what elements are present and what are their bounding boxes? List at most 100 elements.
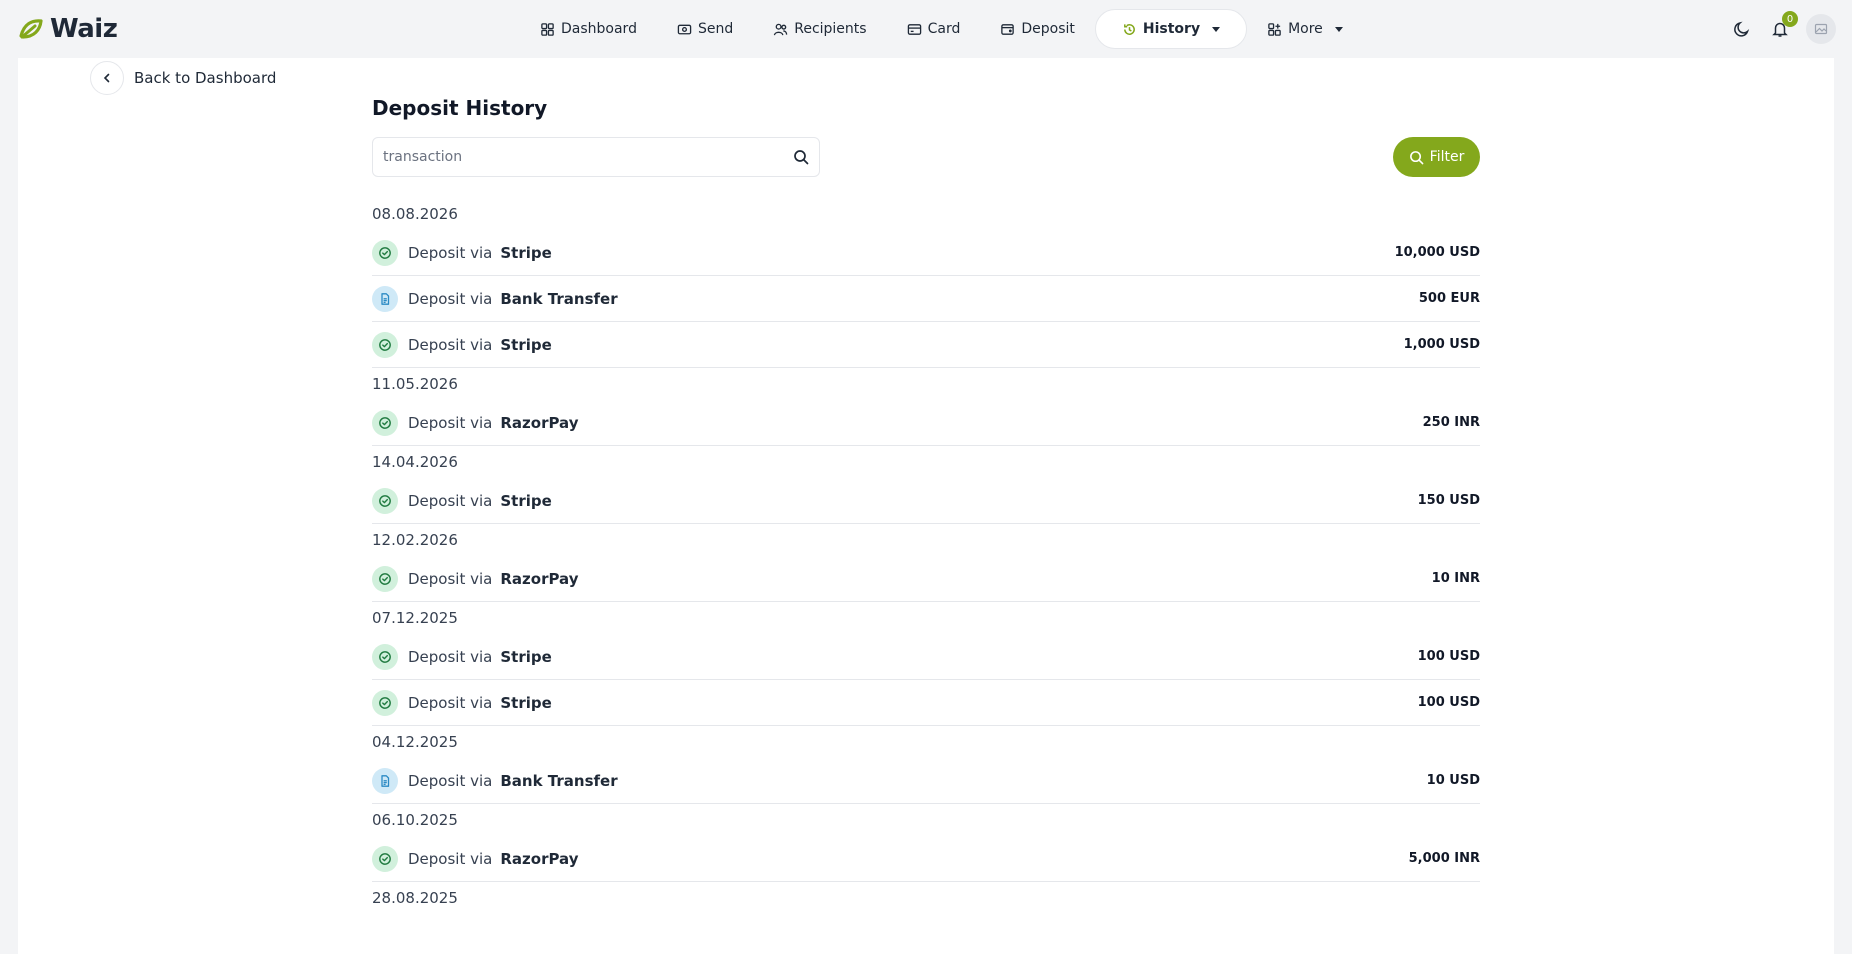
- transaction-row[interactable]: Deposit via Stripe 1,000 USD: [372, 322, 1480, 368]
- nav-label-send: Send: [697, 21, 734, 37]
- nav-label-card: Card: [927, 21, 961, 37]
- nav-label-history: History: [1142, 21, 1201, 37]
- card-icon: [907, 23, 921, 35]
- main-nav: Dashboard Send Recipients Card Deposit H…: [520, 8, 1363, 50]
- check-circle-icon: [372, 689, 398, 716]
- nav-item-recipients[interactable]: Recipients: [753, 9, 886, 49]
- date-header: 11.05.2026: [372, 375, 458, 393]
- transaction-amount: 1,000 USD: [1403, 337, 1480, 352]
- image-placeholder-icon: [1814, 23, 1828, 35]
- grid-icon: [541, 22, 554, 36]
- transaction-prefix: Deposit via: [408, 243, 493, 262]
- transaction-method: Stripe: [500, 243, 552, 262]
- search-box: [372, 137, 820, 177]
- search-input[interactable]: [383, 149, 793, 165]
- nav-item-dashboard[interactable]: Dashboard: [520, 9, 657, 49]
- transaction-prefix: Deposit via: [408, 849, 493, 868]
- notifications-button[interactable]: 0: [1768, 11, 1798, 41]
- document-icon: [372, 285, 398, 312]
- back-button[interactable]: [90, 61, 124, 95]
- chevron-down-icon: [1334, 26, 1343, 32]
- transaction-row[interactable]: Deposit via Stripe 100 USD: [372, 634, 1480, 680]
- date-header: 06.10.2025: [372, 811, 458, 829]
- transaction-amount: 10 USD: [1426, 773, 1480, 788]
- check-circle-icon: [372, 239, 398, 266]
- check-circle-icon: [372, 643, 398, 670]
- main-panel: Back to Dashboard Deposit History Filter…: [18, 58, 1834, 954]
- transaction-method: Bank Transfer: [500, 771, 618, 790]
- notification-badge: 0: [1782, 11, 1798, 27]
- logo-icon: [19, 19, 43, 39]
- date-header: 12.02.2026: [372, 531, 458, 549]
- brand-logo[interactable]: Waiz: [18, 14, 118, 44]
- search-icon: [1409, 150, 1424, 164]
- transaction-amount: 10 INR: [1431, 571, 1480, 586]
- transaction-row[interactable]: Deposit via Bank Transfer 500 EUR: [372, 276, 1480, 322]
- transaction-prefix: Deposit via: [408, 413, 493, 432]
- page-title: Deposit History: [372, 96, 548, 120]
- nav-item-more[interactable]: More: [1247, 9, 1363, 49]
- wallet-icon: [1001, 23, 1015, 35]
- nav-label-more: More: [1288, 21, 1323, 37]
- filter-button[interactable]: Filter: [1393, 137, 1480, 177]
- transaction-row[interactable]: Deposit via RazorPay 5,000 INR: [372, 836, 1480, 882]
- transaction-row[interactable]: Deposit via Bank Transfer 10 USD: [372, 758, 1480, 804]
- transaction-method: RazorPay: [500, 569, 579, 588]
- transaction-row[interactable]: Deposit via RazorPay 250 INR: [372, 400, 1480, 446]
- transaction-amount: 500 EUR: [1418, 291, 1480, 306]
- transaction-amount: 100 USD: [1417, 695, 1480, 710]
- transaction-row[interactable]: Deposit via Stripe 150 USD: [372, 478, 1480, 524]
- transaction-method: RazorPay: [500, 849, 579, 868]
- transaction-method: Stripe: [500, 335, 552, 354]
- check-circle-icon: [372, 409, 398, 436]
- transaction-method: Stripe: [500, 693, 552, 712]
- theme-toggle-button[interactable]: [1730, 17, 1754, 41]
- date-header: 28.08.2025: [372, 889, 458, 907]
- deposit-history-list: 08.08.2026 Deposit via Stripe 10,000 USD Dep…: [372, 198, 1480, 914]
- transaction-prefix: Deposit via: [408, 569, 493, 588]
- date-header: 08.08.2026: [372, 205, 458, 223]
- transaction-amount: 100 USD: [1417, 649, 1480, 664]
- date-header: 04.12.2025: [372, 733, 458, 751]
- nav-item-card[interactable]: Card: [887, 9, 981, 49]
- transaction-prefix: Deposit via: [408, 491, 493, 510]
- moon-icon: [1734, 21, 1750, 37]
- history-icon: [1123, 23, 1135, 35]
- check-circle-icon: [372, 487, 398, 514]
- check-circle-icon: [372, 331, 398, 358]
- transaction-row[interactable]: Deposit via RazorPay 10 INR: [372, 556, 1480, 602]
- apps-icon: [1268, 22, 1281, 36]
- nav-label-recipients: Recipients: [794, 21, 867, 37]
- transaction-amount: 250 INR: [1422, 415, 1480, 430]
- nav-item-history[interactable]: History: [1094, 9, 1248, 49]
- date-header: 07.12.2025: [372, 609, 458, 627]
- transaction-method: RazorPay: [500, 413, 579, 432]
- transaction-method: Stripe: [500, 647, 552, 666]
- transaction-method: Bank Transfer: [500, 289, 618, 308]
- transaction-amount: 150 USD: [1417, 493, 1480, 508]
- back-to-dashboard-link[interactable]: Back to Dashboard: [90, 61, 276, 95]
- back-label: Back to Dashboard: [134, 69, 277, 87]
- transaction-prefix: Deposit via: [408, 289, 493, 308]
- nav-item-deposit[interactable]: Deposit: [980, 9, 1095, 49]
- filter-label: Filter: [1429, 149, 1465, 165]
- document-icon: [372, 767, 398, 794]
- chevron-down-icon: [1212, 26, 1221, 32]
- transaction-row[interactable]: Deposit via Stripe 10,000 USD: [372, 230, 1480, 276]
- transaction-method: Stripe: [500, 491, 552, 510]
- transaction-row[interactable]: Deposit via Stripe 100 USD: [372, 680, 1480, 726]
- date-header: 14.04.2026: [372, 453, 458, 471]
- search-icon[interactable]: [793, 149, 809, 165]
- transaction-prefix: Deposit via: [408, 335, 493, 354]
- nav-item-send[interactable]: Send: [657, 9, 753, 49]
- chevron-left-icon: [103, 73, 110, 83]
- transaction-amount: 5,000 INR: [1408, 851, 1480, 866]
- avatar[interactable]: [1806, 14, 1836, 44]
- nav-label-deposit: Deposit: [1021, 21, 1075, 37]
- top-navbar: Waiz Dashboard Send Recipients Card Depo…: [0, 0, 1852, 58]
- header-actions: 0: [1730, 11, 1836, 44]
- nav-label-dashboard: Dashboard: [561, 21, 637, 37]
- check-circle-icon: [372, 845, 398, 872]
- transaction-prefix: Deposit via: [408, 771, 493, 790]
- transaction-prefix: Deposit via: [408, 647, 493, 666]
